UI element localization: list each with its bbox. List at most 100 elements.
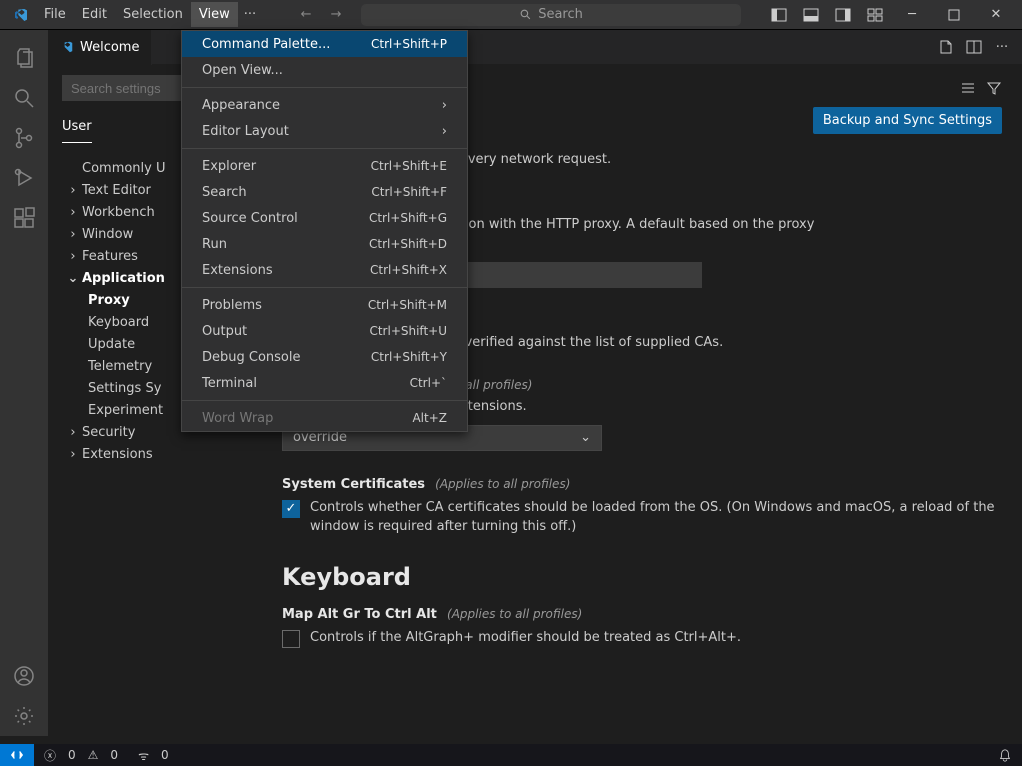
tree-item-extensions[interactable]: ›Extensions: [48, 443, 261, 465]
status-ports[interactable]: ᯤ0: [128, 744, 179, 766]
menu-item-label: Explorer: [202, 159, 256, 174]
window-close-icon[interactable]: ✕: [976, 1, 1016, 29]
menu-item-output[interactable]: OutputCtrl+Shift+U: [182, 318, 467, 344]
tree-item-label: Update: [88, 337, 135, 352]
remote-indicator-icon[interactable]: [0, 744, 34, 766]
layout-right-icon[interactable]: [828, 1, 858, 29]
menu-item-label: Editor Layout: [202, 124, 289, 139]
menu-item-shortcut: Alt+Z: [412, 411, 447, 425]
menu-item-label: Run: [202, 237, 227, 252]
tree-item-label: Settings Sy: [88, 381, 161, 396]
menu-item-extensions[interactable]: ExtensionsCtrl+Shift+X: [182, 257, 467, 283]
section-heading-keyboard: Keyboard: [282, 563, 1002, 591]
setting-system-certificates: System Certificates (Applies to all prof…: [282, 477, 1002, 537]
menu-item-shortcut: Ctrl+Shift+X: [370, 263, 447, 277]
vscode-logo: [12, 6, 30, 24]
system-certificates-checkbox[interactable]: ✓: [282, 500, 300, 518]
search-icon[interactable]: [0, 78, 48, 118]
list-view-icon[interactable]: [960, 80, 976, 96]
tree-item-label: Text Editor: [82, 183, 151, 198]
menu-item-label: Command Palette...: [202, 37, 330, 52]
nav-back-icon[interactable]: ←: [295, 7, 317, 22]
titlebar-center: ← → Search: [272, 4, 764, 26]
menu-item-label: Search: [202, 185, 247, 200]
status-bar: ⓧ0 ⚠0 ᯤ0: [0, 744, 1022, 766]
activity-bar: [0, 30, 48, 736]
menu-item-appearance[interactable]: Appearance ›: [182, 92, 467, 118]
menu-item-label: Debug Console: [202, 350, 301, 365]
menu-item-debug-console[interactable]: Debug ConsoleCtrl+Shift+Y: [182, 344, 467, 370]
radio-icon: ᯤ: [138, 747, 149, 764]
tree-item-label: Commonly U: [82, 161, 166, 176]
menu-item-command-palette[interactable]: Command Palette... Ctrl+Shift+P: [182, 31, 467, 57]
tab-label: Welcome: [80, 40, 139, 55]
error-count: 0: [68, 748, 76, 762]
layout-left-icon[interactable]: [764, 1, 794, 29]
menu-item-source-control[interactable]: Source ControlCtrl+Shift+G: [182, 205, 467, 231]
menu-view[interactable]: View: [191, 2, 238, 27]
chevron-down-icon: ⌄: [66, 271, 80, 286]
menu-item-explorer[interactable]: Explorer Ctrl+Shift+E: [182, 153, 467, 179]
status-problems[interactable]: ⓧ0 ⚠0: [34, 744, 128, 766]
menu-separator: [182, 87, 467, 88]
settings-scope-user[interactable]: User: [62, 115, 92, 143]
run-debug-icon[interactable]: [0, 158, 48, 198]
menu-item-problems[interactable]: ProblemsCtrl+Shift+M: [182, 292, 467, 318]
tab-actions: ···: [936, 37, 1022, 57]
tree-item-label: Keyboard: [88, 315, 149, 330]
nav-forward-icon[interactable]: →: [325, 7, 347, 22]
layout-custom-icon[interactable]: [860, 1, 890, 29]
tab-welcome[interactable]: Welcome: [48, 30, 152, 65]
menu-item-open-view[interactable]: Open View...: [182, 57, 467, 83]
chevron-right-icon: ›: [442, 98, 447, 113]
menu-item-shortcut: Ctrl+Shift+E: [371, 159, 447, 173]
backup-sync-button[interactable]: Backup and Sync Settings: [813, 107, 1002, 134]
view-menu-dropdown: Command Palette... Ctrl+Shift+P Open View.…: [181, 30, 468, 432]
extensions-icon[interactable]: [0, 198, 48, 238]
setting-description: Controls whether CA certificates should …: [310, 498, 1002, 537]
menu-item-shortcut: Ctrl+Shift+G: [369, 211, 447, 225]
warning-count: 0: [110, 748, 118, 762]
nav-arrows: ← →: [295, 7, 347, 22]
split-editor-icon[interactable]: [964, 37, 984, 57]
setting-map-altgr: Map Alt Gr To Ctrl Alt (Applies to all p…: [282, 607, 1002, 648]
altgr-checkbox[interactable]: [282, 630, 300, 648]
accounts-icon[interactable]: [0, 656, 48, 696]
explorer-icon[interactable]: [0, 38, 48, 78]
source-control-icon[interactable]: [0, 118, 48, 158]
command-center-search[interactable]: Search: [361, 4, 741, 26]
menu-item-terminal[interactable]: TerminalCtrl+`: [182, 370, 467, 396]
menu-file[interactable]: File: [36, 2, 74, 27]
menu-item-run[interactable]: RunCtrl+Shift+D: [182, 231, 467, 257]
settings-gear-icon[interactable]: [0, 696, 48, 736]
menu-separator: [182, 400, 467, 401]
chevron-right-icon: ›: [442, 124, 447, 139]
chevron-right-icon: ›: [66, 205, 80, 220]
tree-item-label: Workbench: [82, 205, 155, 220]
menu-item-label: Appearance: [202, 98, 280, 113]
filter-icon[interactable]: [986, 80, 1002, 96]
window-minimize-icon[interactable]: ─: [892, 1, 932, 29]
menu-item-label: Problems: [202, 298, 262, 313]
menu-item-editor-layout[interactable]: Editor Layout ›: [182, 118, 467, 144]
layout-bottom-icon[interactable]: [796, 1, 826, 29]
menu-selection[interactable]: Selection: [115, 2, 191, 27]
notifications-bell-icon[interactable]: [988, 748, 1022, 762]
menu-item-shortcut: Ctrl+Shift+P: [371, 37, 447, 51]
setting-title: Map Alt Gr To Ctrl Alt: [282, 607, 437, 622]
more-actions-icon[interactable]: ···: [992, 37, 1012, 57]
chevron-right-icon: ›: [66, 249, 80, 264]
menu-item-label: Word Wrap: [202, 411, 273, 426]
window-maximize-icon[interactable]: [934, 1, 974, 29]
menu-separator: [182, 287, 467, 288]
menubar: File Edit Selection View ···: [36, 2, 262, 27]
menu-edit[interactable]: Edit: [74, 2, 115, 27]
tree-item-label: Application: [82, 271, 165, 286]
open-settings-json-icon[interactable]: [936, 37, 956, 57]
titlebar: File Edit Selection View ··· ← → Search …: [0, 0, 1022, 30]
chevron-down-icon: ⌄: [580, 430, 591, 445]
menu-item-word-wrap: Word Wrap Alt+Z: [182, 405, 467, 431]
menu-overflow-ellipsis-icon[interactable]: ···: [238, 2, 262, 27]
tree-item-label: Experiment: [88, 403, 163, 418]
menu-item-search[interactable]: SearchCtrl+Shift+F: [182, 179, 467, 205]
